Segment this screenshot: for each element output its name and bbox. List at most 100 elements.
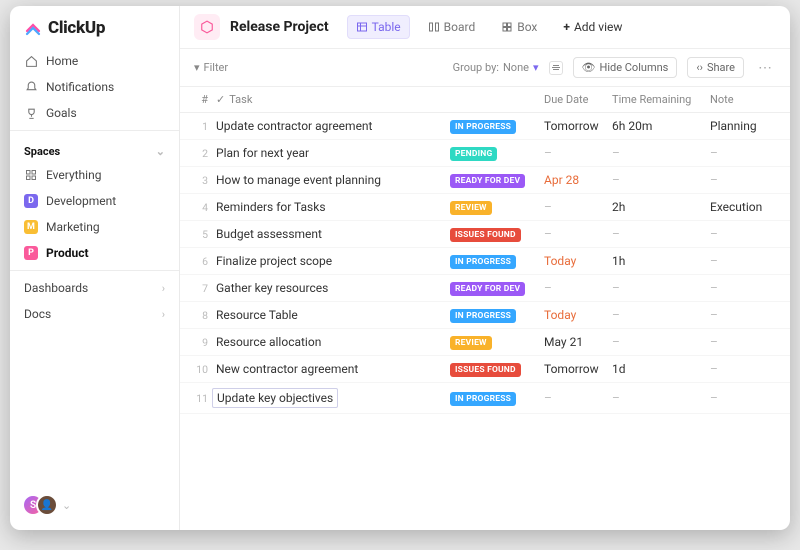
task-title[interactable]: New contractor agreement <box>216 362 450 376</box>
grid-icon <box>24 168 38 182</box>
task-title[interactable]: Update contractor agreement <box>216 119 450 133</box>
note-cell[interactable]: – <box>710 391 776 405</box>
view-tab-box[interactable]: Box <box>493 16 545 38</box>
status-cell[interactable]: READY FOR DEV <box>450 172 544 188</box>
status-cell[interactable]: IN PROGRESS <box>450 253 544 269</box>
sidebar-item-marketing[interactable]: MMarketing <box>10 214 179 240</box>
nav-goals[interactable]: Goals <box>10 100 179 126</box>
sidebar-item-everything[interactable]: Everything <box>10 162 179 188</box>
task-title[interactable]: Reminders for Tasks <box>216 200 450 214</box>
due-cell[interactable]: Tomorrow <box>544 362 612 376</box>
col-time[interactable]: Time Remaining <box>612 93 710 106</box>
filter-icon: ▾ <box>194 61 200 74</box>
table-row[interactable]: 8Resource TableIN PROGRESSToday–– <box>180 302 790 329</box>
table-row[interactable]: 7Gather key resourcesREADY FOR DEV––– <box>180 275 790 302</box>
task-title-input[interactable]: Update key objectives <box>212 388 338 408</box>
app-shell: ClickUp Home Notifications Goals Spaces⌄… <box>10 6 790 530</box>
time-cell[interactable]: – <box>612 281 710 295</box>
sidebar-item-docs[interactable]: Docs› <box>10 301 179 327</box>
sort-button[interactable] <box>549 61 563 75</box>
sidebar-item-label: Product <box>46 246 89 260</box>
due-cell[interactable]: – <box>544 281 612 295</box>
nav-home[interactable]: Home <box>10 48 179 74</box>
user-avatars[interactable]: S 👤 ⌄ <box>10 488 179 522</box>
status-cell[interactable]: IN PROGRESS <box>450 307 544 323</box>
note-cell[interactable]: Planning <box>710 119 776 133</box>
sidebar-item-product[interactable]: PProduct <box>10 240 179 266</box>
col-task[interactable]: ✓Task <box>216 93 450 106</box>
nav-notifications[interactable]: Notifications <box>10 74 179 100</box>
table-row[interactable]: 9Resource allocationREVIEWMay 21–– <box>180 329 790 356</box>
sidebar-item-dashboards[interactable]: Dashboards› <box>10 275 179 301</box>
add-view-button[interactable]: +Add view <box>555 16 630 38</box>
task-title[interactable]: Resource Table <box>216 308 450 322</box>
bell-icon <box>24 80 38 94</box>
hide-columns-button[interactable]: 👁Hide Columns <box>573 57 678 78</box>
view-tab-table[interactable]: Table <box>347 15 410 39</box>
due-cell[interactable]: – <box>544 146 612 160</box>
time-cell[interactable]: – <box>612 335 710 349</box>
due-cell[interactable]: – <box>544 227 612 241</box>
status-cell[interactable]: IN PROGRESS <box>450 390 544 406</box>
due-cell[interactable]: Apr 28 <box>544 173 612 187</box>
task-title[interactable]: Finalize project scope <box>216 254 450 268</box>
share-button[interactable]: ‹›Share <box>687 57 744 78</box>
time-cell[interactable]: 1h <box>612 254 710 268</box>
nav-label: Notifications <box>46 80 114 94</box>
note-cell[interactable]: – <box>710 281 776 295</box>
status-cell[interactable]: ISSUES FOUND <box>450 226 544 242</box>
status-cell[interactable]: PENDING <box>450 145 544 161</box>
note-cell[interactable]: – <box>710 335 776 349</box>
time-cell[interactable]: 2h <box>612 200 710 214</box>
table-row[interactable]: 10New contractor agreementISSUES FOUNDTo… <box>180 356 790 383</box>
task-title[interactable]: Update key objectives <box>216 388 450 408</box>
time-cell[interactable]: – <box>612 173 710 187</box>
status-cell[interactable]: REVIEW <box>450 199 544 215</box>
table-row[interactable]: 3How to manage event planningREADY FOR D… <box>180 167 790 194</box>
due-cell[interactable]: Today <box>544 308 612 322</box>
note-cell[interactable]: – <box>710 362 776 376</box>
time-cell[interactable]: – <box>612 146 710 160</box>
status-cell[interactable]: READY FOR DEV <box>450 280 544 296</box>
group-by-dropdown[interactable]: Group by: None ▾ <box>453 61 539 74</box>
col-due[interactable]: Due Date <box>544 93 612 106</box>
task-title[interactable]: How to manage event planning <box>216 173 450 187</box>
time-cell[interactable]: 6h 20m <box>612 119 710 133</box>
table-row[interactable]: 5Budget assessmentISSUES FOUND––– <box>180 221 790 248</box>
sidebar-item-development[interactable]: DDevelopment <box>10 188 179 214</box>
status-cell[interactable]: IN PROGRESS <box>450 118 544 134</box>
due-cell[interactable]: – <box>544 200 612 214</box>
task-title[interactable]: Plan for next year <box>216 146 450 160</box>
col-note[interactable]: Note <box>710 93 776 106</box>
status-cell[interactable]: ISSUES FOUND <box>450 361 544 377</box>
more-menu-button[interactable]: ⋯ <box>754 60 776 76</box>
table-row[interactable]: 11Update key objectivesIN PROGRESS––– <box>180 383 790 414</box>
note-cell[interactable]: – <box>710 254 776 268</box>
note-cell[interactable]: – <box>710 308 776 322</box>
due-cell[interactable]: Tomorrow <box>544 119 612 133</box>
time-cell[interactable]: – <box>612 391 710 405</box>
task-title[interactable]: Gather key resources <box>216 281 450 295</box>
spaces-header[interactable]: Spaces⌄ <box>10 135 179 162</box>
time-cell[interactable]: 1d <box>612 362 710 376</box>
table-row[interactable]: 1Update contractor agreementIN PROGRESST… <box>180 113 790 140</box>
due-cell[interactable]: – <box>544 391 612 405</box>
table-row[interactable]: 6Finalize project scopeIN PROGRESSToday1… <box>180 248 790 275</box>
note-cell[interactable]: Execution <box>710 200 776 214</box>
due-cell[interactable]: Today <box>544 254 612 268</box>
task-title[interactable]: Resource allocation <box>216 335 450 349</box>
top-bar: Release Project Table Board Box +Add vie… <box>180 6 790 49</box>
note-cell[interactable]: – <box>710 146 776 160</box>
time-cell[interactable]: – <box>612 227 710 241</box>
time-cell[interactable]: – <box>612 308 710 322</box>
note-cell[interactable]: – <box>710 173 776 187</box>
status-badge: REVIEW <box>450 201 492 215</box>
view-tab-board[interactable]: Board <box>420 16 484 38</box>
filter-button[interactable]: ▾Filter <box>194 61 228 74</box>
status-cell[interactable]: REVIEW <box>450 334 544 350</box>
table-row[interactable]: 4Reminders for TasksREVIEW–2hExecution <box>180 194 790 221</box>
table-row[interactable]: 2Plan for next yearPENDING––– <box>180 140 790 167</box>
task-title[interactable]: Budget assessment <box>216 227 450 241</box>
note-cell[interactable]: – <box>710 227 776 241</box>
due-cell[interactable]: May 21 <box>544 335 612 349</box>
